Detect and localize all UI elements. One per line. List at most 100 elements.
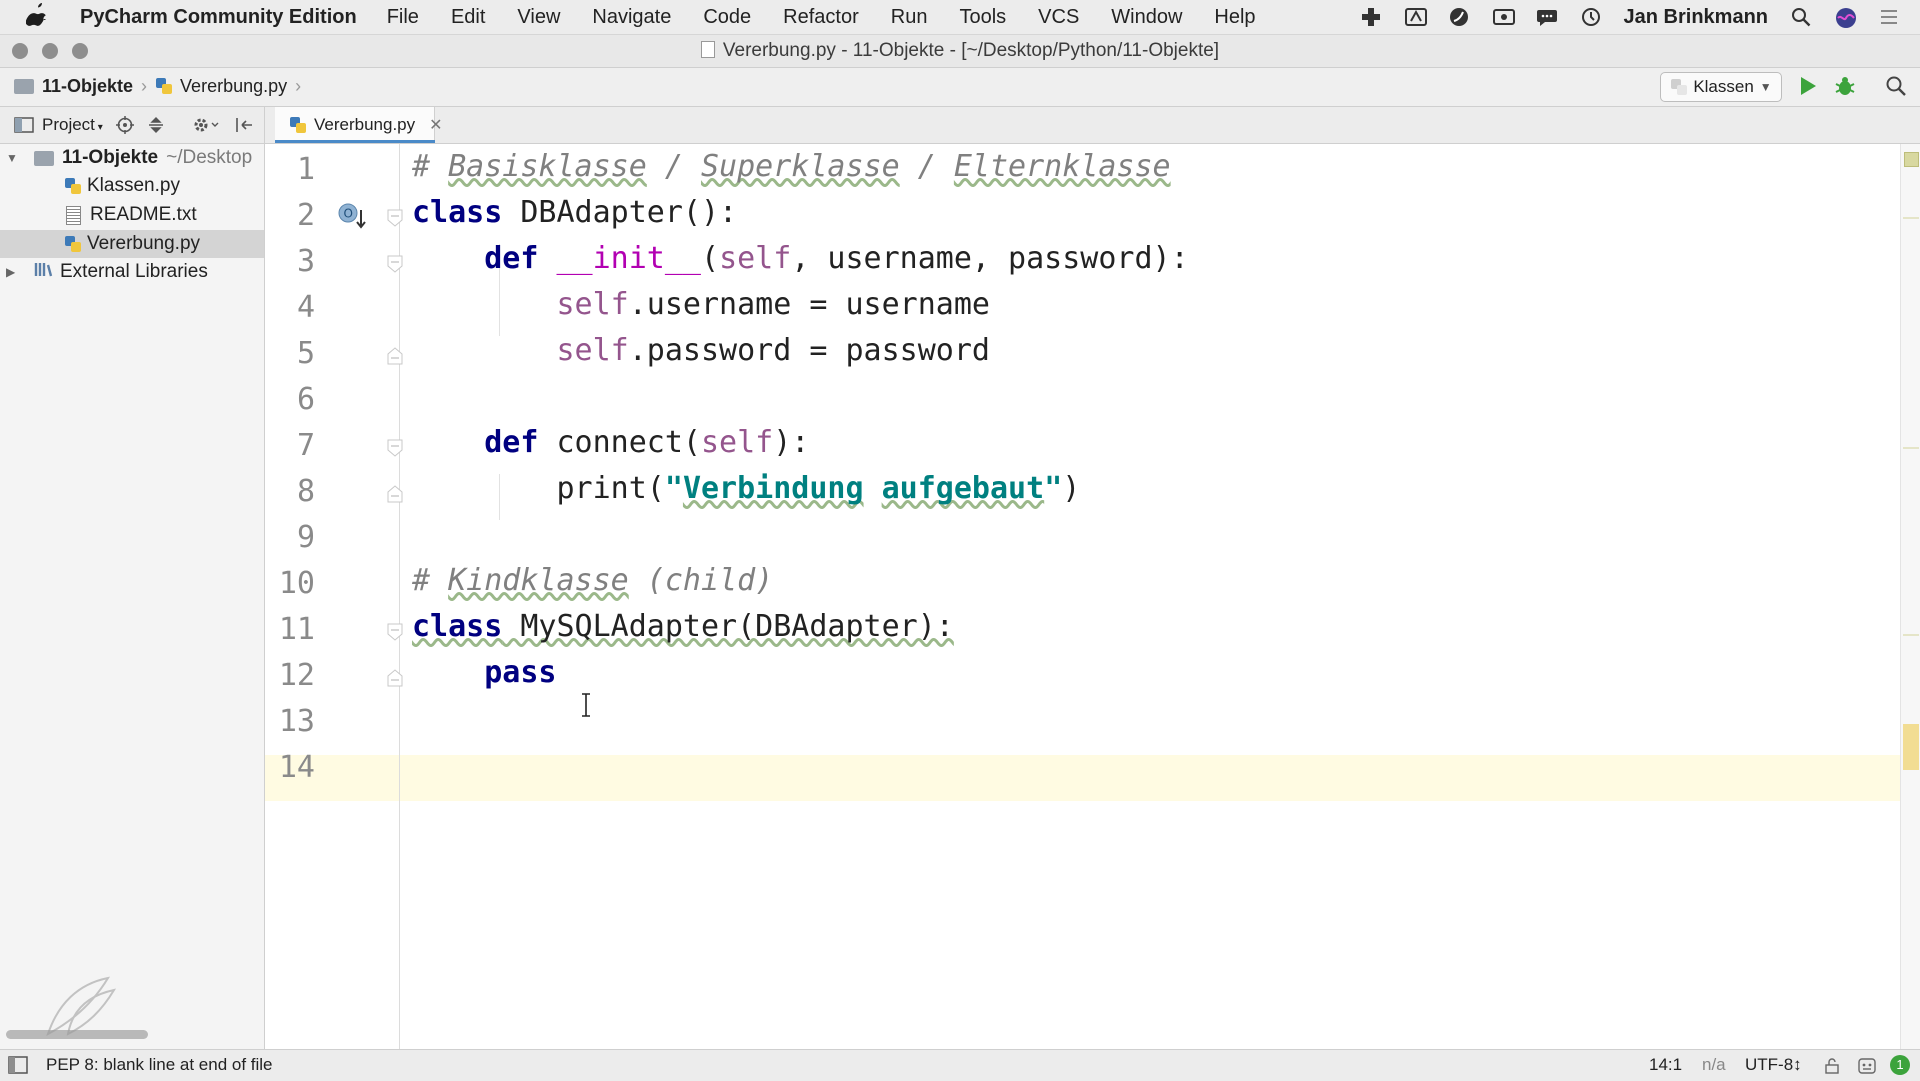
comment: # Kindklasse (child): [412, 563, 774, 598]
inspection-status-icon[interactable]: [1904, 152, 1919, 167]
settings-gear-icon[interactable]: [192, 116, 220, 139]
line-number: 9: [296, 520, 315, 555]
chevron-down-icon: ▼: [1759, 80, 1772, 94]
tree-item-project-root[interactable]: ▼ 11-Objekte ~/Desktop: [0, 144, 264, 172]
menu-code[interactable]: Code: [703, 6, 751, 29]
menu-navigate[interactable]: Navigate: [592, 6, 671, 29]
triangle-right-icon[interactable]: ▶: [6, 265, 20, 279]
menu-file[interactable]: File: [387, 6, 419, 29]
code-line-5: self.password = password: [412, 328, 990, 374]
watermark-logo: [38, 974, 122, 1043]
breadcrumb-project[interactable]: 11-Objekte: [42, 76, 133, 97]
notification-center-icon[interactable]: [1878, 6, 1900, 28]
line-separator-indicator[interactable]: n/a: [1702, 1055, 1726, 1075]
locate-target-icon[interactable]: [116, 116, 134, 139]
tree-label: README.txt: [90, 204, 197, 225]
tool-windows-toggle-icon[interactable]: [8, 1056, 28, 1079]
breadcrumb: 11-Objekte › Vererbung.py ›: [14, 76, 301, 97]
line-number: 2: [296, 198, 315, 233]
menubar-extras: Jan Brinkmann: [1360, 0, 1900, 34]
adobe-icon[interactable]: [1404, 6, 1427, 28]
editor-tab-vererbung[interactable]: Vererbung.py ✕: [275, 107, 443, 143]
error-stripe[interactable]: [1900, 144, 1920, 1049]
editor-tab-label: Vererbung.py: [314, 115, 416, 134]
run-configuration-label: Klassen: [1693, 77, 1754, 96]
warning-marker[interactable]: [1903, 447, 1919, 449]
run-icon[interactable]: [1797, 74, 1819, 103]
tree-item-readme-txt[interactable]: README.txt: [0, 201, 264, 229]
tree-item-vererbung-py[interactable]: Vererbung.py: [0, 230, 264, 258]
user-name[interactable]: Jan Brinkmann: [1624, 6, 1768, 29]
window-title-bar: Vererbung.py - 11-Objekte - [~/Desktop/P…: [0, 35, 1920, 68]
menu-tools[interactable]: Tools: [959, 6, 1006, 29]
tree-label: External Libraries: [60, 261, 208, 282]
triangle-down-icon[interactable]: ▼: [6, 151, 20, 165]
line-number: 5: [296, 336, 315, 371]
run-configuration-select[interactable]: Klassen ▼: [1660, 72, 1782, 102]
folder-icon: [34, 150, 54, 166]
status-message[interactable]: PEP 8: blank line at end of file: [46, 1055, 273, 1075]
tree-label: Vererbung.py: [87, 233, 201, 254]
tree-label: 11-Objekte: [62, 147, 159, 168]
menu-window[interactable]: Window: [1111, 6, 1182, 29]
menu-edit[interactable]: Edit: [451, 6, 485, 29]
lock-icon[interactable]: [1825, 1058, 1839, 1079]
time-machine-icon[interactable]: [1580, 6, 1602, 28]
spotlight-search-icon[interactable]: [1790, 6, 1812, 28]
breadcrumb-chevron-icon: ›: [295, 76, 302, 96]
breadcrumb-chevron-icon: ›: [141, 76, 148, 96]
menu-view[interactable]: View: [517, 6, 560, 29]
code-editor[interactable]: # Basisklasse / Superklasse / Elternklas…: [400, 144, 1900, 1049]
line-number: 8: [296, 474, 315, 509]
python-file-icon: [289, 116, 306, 135]
svg-text:O: O: [344, 207, 353, 221]
debug-icon[interactable]: [1833, 74, 1857, 103]
breadcrumb-file[interactable]: Vererbung.py: [180, 76, 287, 97]
code-line-1: # Basisklasse / Superklasse / Elternklas…: [412, 144, 1171, 190]
siri-icon[interactable]: [1834, 6, 1856, 28]
app-name-menu[interactable]: PyCharm Community Edition: [80, 6, 357, 29]
hide-panel-icon[interactable]: [234, 116, 254, 139]
text-cursor-icon: [580, 692, 592, 723]
menu-refactor[interactable]: Refactor: [783, 6, 859, 29]
plus-cross-icon[interactable]: [1360, 6, 1382, 28]
subclassed-by-gutter-icon[interactable]: O: [337, 202, 367, 237]
code-text: self.username = username: [556, 287, 990, 322]
project-tree: ▼ 11-Objekte ~/Desktop Klassen.py README…: [0, 144, 265, 1049]
window-title-text: Vererbung.py - 11-Objekte - [~/Desktop/P…: [0, 40, 1920, 62]
caret-position[interactable]: 14:1: [1649, 1055, 1682, 1075]
tree-item-klassen-py[interactable]: Klassen.py: [0, 172, 264, 200]
project-panel-header: Project ▾: [0, 107, 265, 144]
line-number: 6: [296, 382, 315, 417]
apple-menu-icon[interactable]: [25, 2, 60, 32]
screen-record-icon[interactable]: [1492, 6, 1515, 28]
code-line-2: class DBAdapter():: [412, 190, 737, 236]
python-config-icon: [1670, 78, 1688, 97]
close-tab-icon[interactable]: ✕: [429, 115, 442, 135]
line-number: 14: [278, 750, 315, 785]
file-icon: [700, 41, 715, 58]
warning-marker[interactable]: [1903, 217, 1919, 219]
chat-icon[interactable]: [1536, 6, 1558, 28]
project-view-selector[interactable]: Project ▾: [42, 115, 103, 135]
code-text: def connect(self):: [484, 425, 810, 460]
code-line-8: print("Verbindung aufgebaut"): [412, 466, 1080, 512]
python-file-icon: [64, 235, 81, 254]
event-log-badge[interactable]: 1: [1890, 1055, 1910, 1075]
collapse-all-icon[interactable]: [147, 116, 165, 139]
menu-vcs[interactable]: VCS: [1038, 6, 1079, 29]
menu-help[interactable]: Help: [1214, 6, 1255, 29]
tree-label: Klassen.py: [87, 175, 180, 196]
inspector-face-icon[interactable]: [1857, 1056, 1877, 1081]
scroll-thumb[interactable]: [1903, 724, 1919, 770]
warning-marker[interactable]: [1903, 634, 1919, 636]
menu-run[interactable]: Run: [891, 6, 928, 29]
leaf-icon[interactable]: [1448, 6, 1470, 28]
code-line-10: # Kindklasse (child): [412, 558, 773, 604]
code-text: print("Verbindung aufgebaut"): [412, 471, 1081, 506]
active-tab-indicator: [275, 140, 435, 143]
tree-item-external-libraries[interactable]: ▶ External Libraries: [0, 258, 264, 286]
file-encoding-selector[interactable]: UTF-8↕: [1745, 1055, 1802, 1075]
line-number: 4: [296, 290, 315, 325]
search-everywhere-icon[interactable]: [1885, 75, 1907, 102]
